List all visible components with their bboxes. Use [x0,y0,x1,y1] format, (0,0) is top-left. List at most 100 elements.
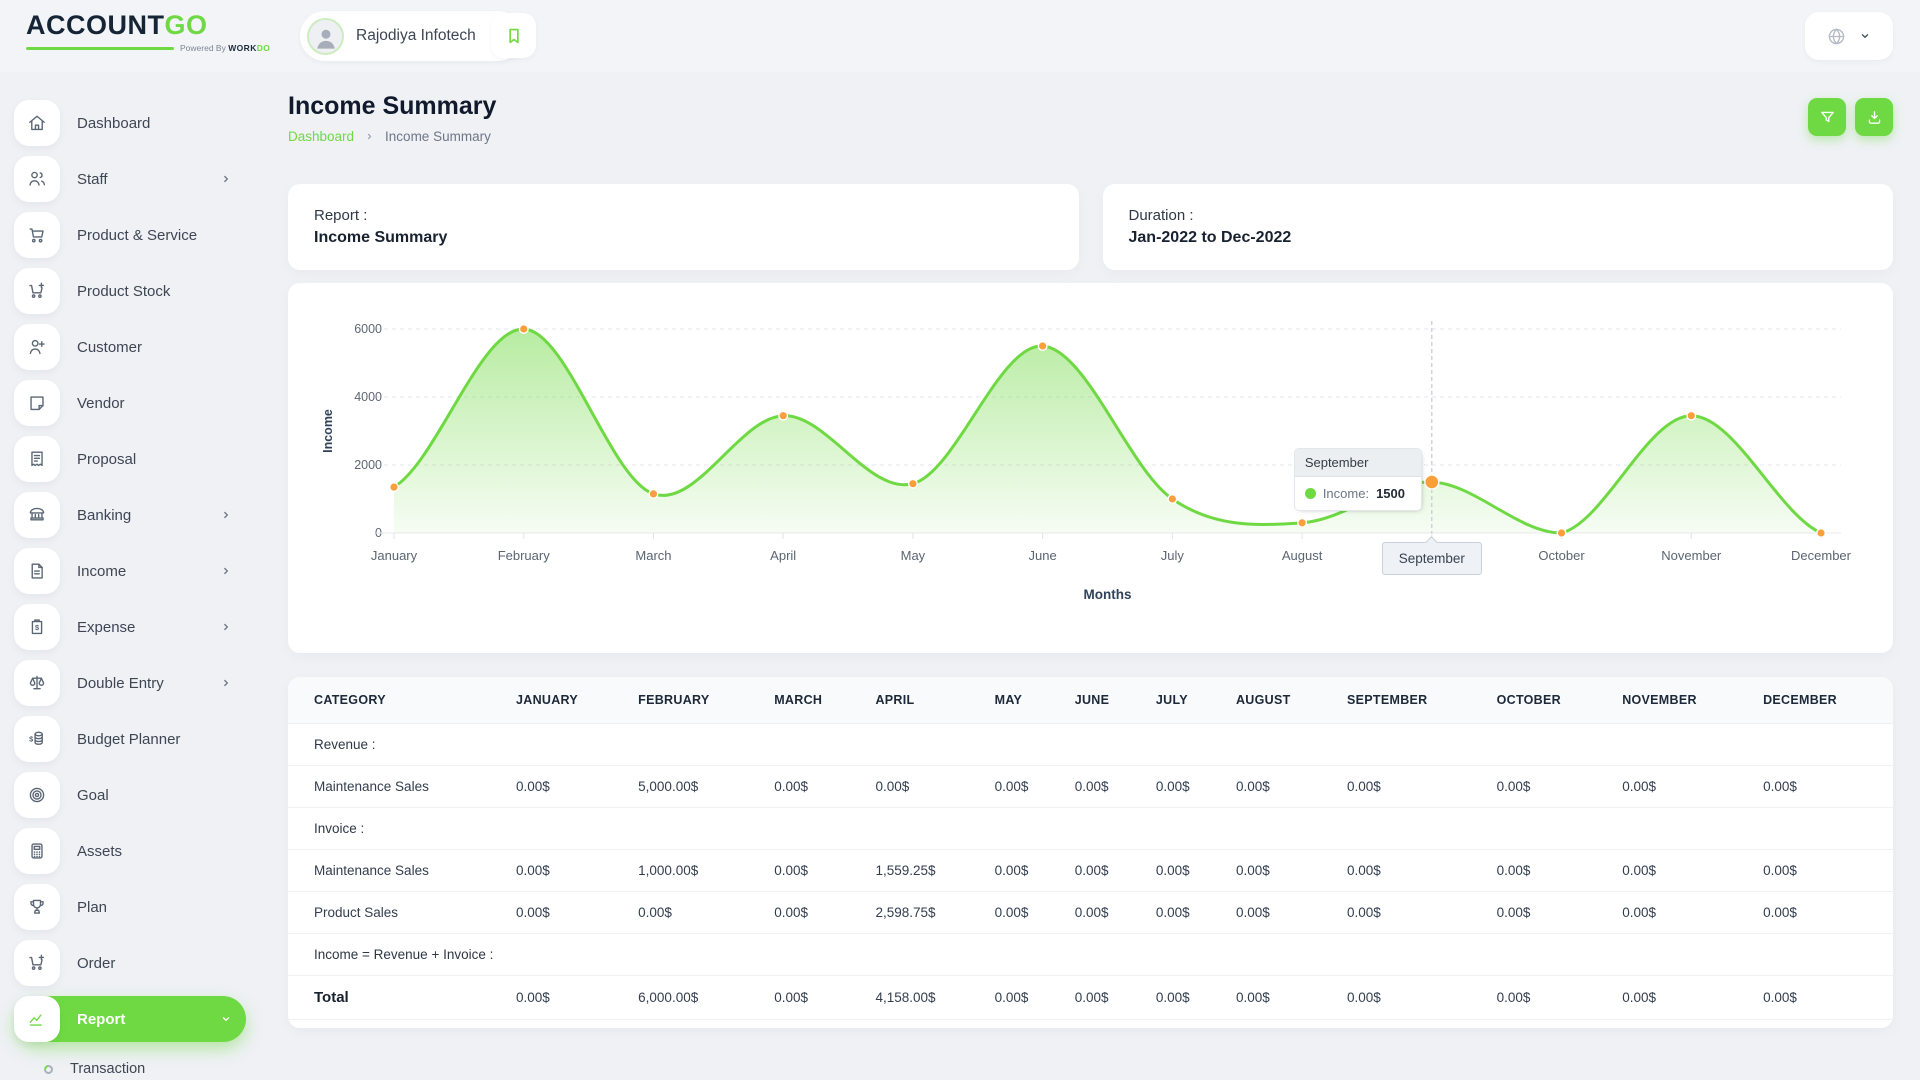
avatar [307,18,344,55]
value-cell: 0.00$ [1337,976,1487,1020]
sidebar-nav: Dashboard Staff Product & Service Product S… [0,72,260,1080]
duration-card: Duration : Jan-2022 to Dec-2022 [1103,184,1894,270]
svg-text:Months: Months [1084,587,1132,602]
sidebar-item-report[interactable]: Report [14,996,246,1042]
chart-line-icon [14,996,60,1042]
table-row-total: Total0.00$6,000.00$0.00$4,158.00$0.00$0.… [288,976,1893,1020]
download-button[interactable] [1855,98,1893,136]
sidebar-item-income[interactable]: Income [14,548,246,594]
chart-tooltip-value: 1500 [1376,486,1405,501]
col-header-september: SEPTEMBER [1337,677,1487,724]
sidebar-item-banking[interactable]: Banking [14,492,246,538]
language-selector[interactable] [1805,12,1893,60]
chevron-down-icon [218,1011,234,1027]
svg-text:August: August [1282,548,1323,563]
bookmark-button[interactable] [491,13,536,58]
col-header-august: AUGUST [1226,677,1337,724]
category-cell: Maintenance Sales [288,850,506,892]
sidebar-item-customer[interactable]: Customer [14,324,246,370]
value-cell: 0.00$ [1337,892,1487,934]
sidebar-item-assets[interactable]: Assets [14,828,246,874]
category-cell: Maintenance Sales [288,766,506,808]
company-selector[interactable]: Rajodiya Infotech [300,11,523,61]
col-header-february: FEBRUARY [628,677,764,724]
value-cell: 0.00$ [1753,766,1893,808]
sidebar-item-proposal[interactable]: Proposal [14,436,246,482]
sidebar-item-product-stock[interactable]: Product Stock [14,268,246,314]
breadcrumb: Dashboard Income Summary [288,129,1893,144]
value-cell: 0.00$ [1146,850,1226,892]
series-dot-icon [1305,488,1316,499]
company-name: Rajodiya Infotech [356,27,476,45]
col-header-category: CATEGORY [288,677,506,724]
value-cell: 0.00$ [1226,766,1337,808]
svg-text:July: July [1161,548,1185,563]
cart-icon [14,212,60,258]
clipboard-dollar-icon: $ [14,604,60,650]
value-cell: 0.00$ [764,976,865,1020]
sidebar-item-expense[interactable]: $Expense [14,604,246,650]
svg-text:4000: 4000 [354,390,382,404]
value-cell: 1,559.25$ [865,850,984,892]
app-logo[interactable]: ACCOUNTGO Powered By WORKDO [26,10,270,53]
filter-icon [1818,108,1837,127]
app-logo-text: ACCOUNTGO [26,10,270,41]
value-cell: 0.00$ [985,850,1065,892]
value-cell: 0.00$ [1065,892,1146,934]
value-cell: 0.00$ [1753,976,1893,1020]
income-area-chart[interactable]: 0200040006000JanuaryFebruaryMarchAprilMa… [316,303,1864,633]
value-cell: 0.00$ [1146,892,1226,934]
svg-text:May: May [901,548,926,563]
value-cell: 0.00$ [1146,976,1226,1020]
section-label: Revenue : [288,724,1893,766]
table-head: CATEGORYJANUARYFEBRUARYMARCHAPRILMAYJUNE… [288,677,1893,724]
col-header-april: APRIL [865,677,984,724]
sidebar-item-product-service[interactable]: Product & Service [14,212,246,258]
table-row-maintenance-sales: Maintenance Sales0.00$1,000.00$0.00$1,55… [288,850,1893,892]
svg-text:$: $ [35,623,39,632]
page-actions [1808,98,1893,136]
value-cell: 0.00$ [506,850,628,892]
svg-text:January: January [371,548,418,563]
svg-text:June: June [1029,548,1057,563]
table-row-revenue: Revenue : [288,724,1893,766]
value-cell: 0.00$ [506,766,628,808]
col-header-november: NOVEMBER [1612,677,1753,724]
calculator-icon [14,828,60,874]
sidebar-item-staff[interactable]: Staff [14,156,246,202]
table-row-invoice: Invoice : [288,808,1893,850]
value-cell: 0.00$ [1337,850,1487,892]
value-cell: 1,000.00$ [628,850,764,892]
svg-text:6000: 6000 [354,322,382,336]
breadcrumb-dashboard-link[interactable]: Dashboard [288,129,354,144]
svg-text:March: March [635,548,671,563]
sidebar-item-dashboard[interactable]: Dashboard [14,100,246,146]
value-cell: 0.00$ [764,892,865,934]
value-cell: 0.00$ [1612,766,1753,808]
bank-icon [14,492,60,538]
sidebar-item-order[interactable]: Order [14,940,246,986]
chevron-right-icon [218,171,234,187]
value-cell: 0.00$ [1146,766,1226,808]
sidebar-item-plan[interactable]: Plan [14,884,246,930]
col-header-october: OCTOBER [1487,677,1613,724]
sidebar-item-double-entry[interactable]: Double Entry [14,660,246,706]
sidebar-item-vendor[interactable]: Vendor [14,380,246,426]
sidebar-item-goal[interactable]: Goal [14,772,246,818]
table-row-income-revenue-invoice: Income = Revenue + Invoice : [288,934,1893,976]
filter-button[interactable] [1808,98,1846,136]
table-row-product-sales: Product Sales0.00$0.00$0.00$2,598.75$0.0… [288,892,1893,934]
logo-tagline: Powered By WORKDO [180,43,270,53]
section-label: Invoice : [288,808,1893,850]
sidebar-item-budget-planner[interactable]: $Budget Planner [14,716,246,762]
income-summary-table-card: CATEGORYJANUARYFEBRUARYMARCHAPRILMAYJUNE… [288,677,1893,1028]
page-title: Income Summary [288,92,1893,121]
chart-x-label-box: September [1382,542,1482,575]
sidebar-subitem-transaction[interactable]: Transaction [30,1052,260,1080]
value-cell: 0.00$ [1612,892,1753,934]
value-cell: 0.00$ [1612,850,1753,892]
chevron-right-icon [218,675,234,691]
home-icon [14,100,60,146]
duration-value: Jan-2022 to Dec-2022 [1129,229,1868,247]
value-cell: 0.00$ [1226,892,1337,934]
